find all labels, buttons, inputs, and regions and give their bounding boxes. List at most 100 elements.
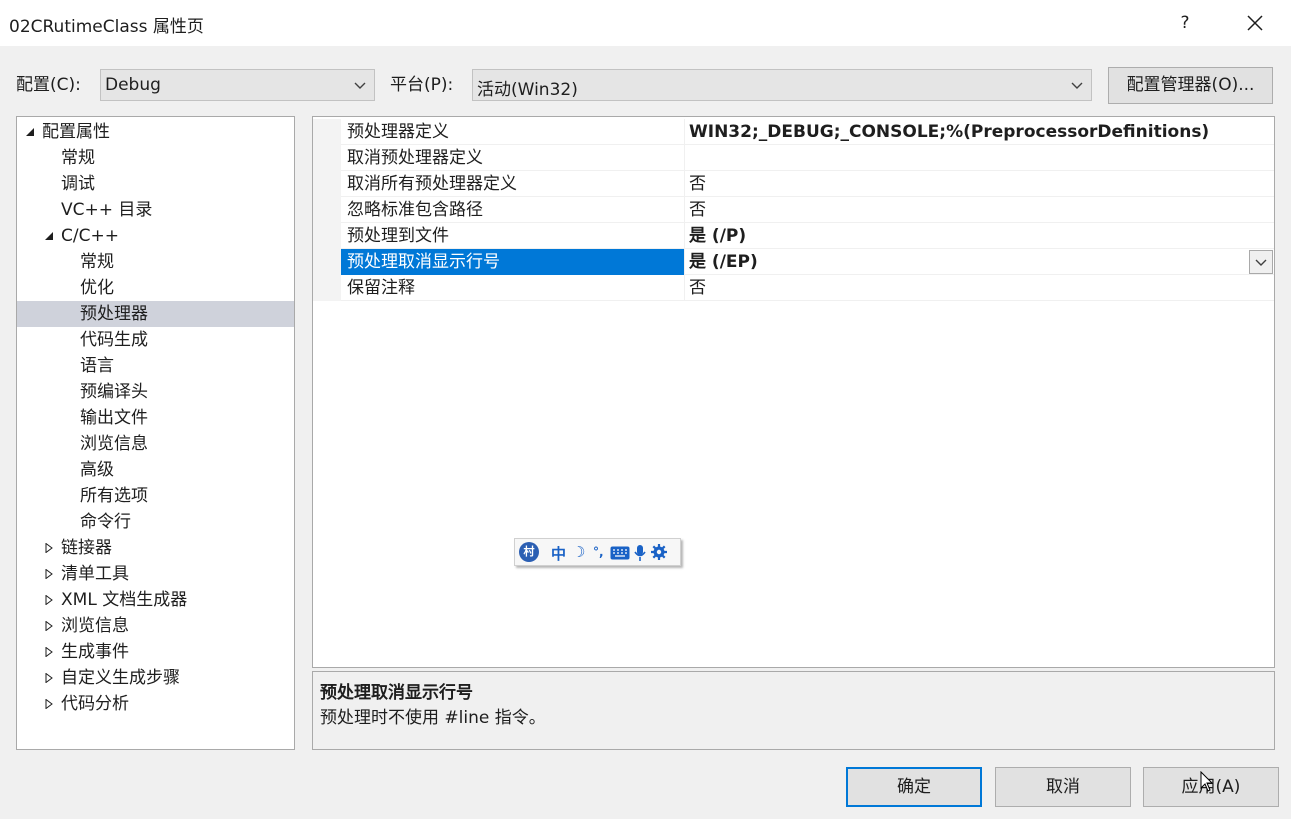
property-value[interactable] (685, 145, 1245, 171)
tree-item-vc-directories[interactable]: VC++ 目录 (17, 197, 294, 223)
property-row-selected[interactable]: 预处理取消显示行号 是 (/EP) (313, 249, 1274, 275)
tree-item-general[interactable]: 常规 (17, 145, 294, 171)
property-row[interactable]: 忽略标准包含路径 否 (313, 197, 1274, 223)
property-value[interactable]: 是 (/P) (685, 223, 1245, 249)
property-row[interactable]: 取消预处理器定义 (313, 145, 1274, 171)
tree-item-debugging[interactable]: 调试 (17, 171, 294, 197)
tree-item-manifest-tool[interactable]: 清单工具 (17, 561, 294, 587)
property-name: 取消所有预处理器定义 (341, 171, 685, 197)
row-gutter (313, 197, 341, 223)
close-icon (1247, 15, 1263, 31)
mouse-cursor-icon (1200, 771, 1214, 792)
settings-gear-icon[interactable] (650, 543, 668, 561)
tree-item-label: 自定义生成步骤 (61, 668, 180, 688)
chevron-down-icon (354, 82, 366, 89)
keyboard-icon[interactable] (610, 546, 630, 560)
tree-item-code-generation[interactable]: 代码生成 (17, 327, 294, 353)
description-panel: 预处理取消显示行号 预处理时不使用 #line 指令。 (312, 671, 1275, 750)
tree-item-label: 清单工具 (61, 564, 129, 584)
tree-item-label: 生成事件 (61, 642, 129, 662)
tree-item-label: 预编译头 (80, 382, 148, 402)
tree-item-browse-info-2[interactable]: 浏览信息 (17, 613, 294, 639)
tree-item-language[interactable]: 语言 (17, 353, 294, 379)
tree-item-advanced[interactable]: 高级 (17, 457, 294, 483)
tree-item-linker[interactable]: 链接器 (17, 535, 294, 561)
platform-label: 平台(P): (390, 75, 454, 95)
property-grid: 预处理器定义 WIN32;_DEBUG;_CONSOLE;%(Preproces… (312, 116, 1275, 668)
property-name: 预处理到文件 (341, 223, 685, 249)
punctuation-icon[interactable]: °, (593, 545, 604, 559)
tree-item-custom-build-step[interactable]: 自定义生成步骤 (17, 665, 294, 691)
property-value[interactable]: 否 (685, 171, 1245, 197)
tree-item-label: 输出文件 (80, 408, 148, 428)
description-text: 预处理时不使用 #line 指令。 (320, 708, 546, 728)
property-row[interactable]: 预处理到文件 是 (/P) (313, 223, 1274, 249)
property-value[interactable]: WIN32;_DEBUG;_CONSOLE;%(PreprocessorDefi… (685, 119, 1245, 145)
tree-item-label: 预处理器 (80, 304, 148, 324)
tree-item-preprocessor[interactable]: 预处理器 (17, 301, 294, 327)
tree-item-label: 链接器 (61, 538, 112, 558)
row-gutter (313, 119, 341, 145)
microphone-icon[interactable] (634, 544, 646, 562)
window-title: 02CRutimeClass 属性页 (9, 17, 204, 37)
chevron-down-icon (1255, 259, 1267, 266)
tree-item-browse-info[interactable]: 浏览信息 (17, 431, 294, 457)
ok-button[interactable]: 确定 (846, 767, 982, 807)
property-row[interactable]: 保留注释 否 (313, 275, 1274, 301)
property-value[interactable]: 否 (685, 197, 1245, 223)
property-name: 预处理取消显示行号 (341, 249, 685, 275)
tree-item-precompiled-headers[interactable]: 预编译头 (17, 379, 294, 405)
expanded-triangle-icon (26, 128, 34, 136)
ime-toolbar[interactable]: 村 中 ☽ °, (514, 538, 681, 566)
title-bar: 02CRutimeClass 属性页 ? (0, 0, 1291, 46)
collapsed-triangle-icon (45, 673, 53, 683)
row-gutter (313, 275, 341, 301)
moon-icon[interactable]: ☽ (572, 543, 585, 561)
property-value[interactable]: 是 (/EP) (685, 249, 1245, 275)
property-value[interactable]: 否 (685, 275, 1245, 301)
tree-item-label: 优化 (80, 278, 114, 298)
collapsed-triangle-icon (45, 699, 53, 709)
tree-item-cpp-general[interactable]: 常规 (17, 249, 294, 275)
tree-item-xml-doc-generator[interactable]: XML 文档生成器 (17, 587, 294, 613)
tree-item-build-events[interactable]: 生成事件 (17, 639, 294, 665)
expanded-triangle-icon (45, 232, 53, 240)
property-tree: 配置属性 常规 调试 VC++ 目录 C/C++ 常规 优化 预处理器 代码生成… (16, 116, 295, 750)
tree-item-command-line[interactable]: 命令行 (17, 509, 294, 535)
help-button[interactable]: ? (1172, 9, 1198, 37)
tree-item-all-options[interactable]: 所有选项 (17, 483, 294, 509)
collapsed-triangle-icon (45, 543, 53, 553)
platform-value: 活动(Win32) (477, 80, 578, 100)
platform-dropdown[interactable]: 活动(Win32) (472, 69, 1092, 101)
tree-item-output-files[interactable]: 输出文件 (17, 405, 294, 431)
tree-item-cpp[interactable]: C/C++ (17, 223, 294, 249)
property-name: 忽略标准包含路径 (341, 197, 685, 223)
tree-item-label: 浏览信息 (80, 434, 148, 454)
value-dropdown-button[interactable] (1249, 250, 1273, 274)
property-row[interactable]: 预处理器定义 WIN32;_DEBUG;_CONSOLE;%(Preproces… (313, 119, 1274, 145)
tree-item-label: C/C++ (61, 226, 119, 246)
tree-item-label: 代码分析 (61, 694, 129, 714)
tree-item-label: 调试 (61, 174, 95, 194)
tree-item-code-analysis[interactable]: 代码分析 (17, 691, 294, 717)
property-name: 取消预处理器定义 (341, 145, 685, 171)
tree-item-optimization[interactable]: 优化 (17, 275, 294, 301)
tree-item-label: VC++ 目录 (61, 200, 153, 220)
tree-item-label: 命令行 (80, 512, 131, 532)
collapsed-triangle-icon (45, 569, 53, 579)
config-manager-button[interactable]: 配置管理器(O)... (1108, 67, 1273, 104)
config-dropdown[interactable]: Debug (100, 69, 375, 101)
config-label: 配置(C): (16, 75, 81, 95)
row-gutter (313, 223, 341, 249)
tree-item-label: 配置属性 (42, 122, 110, 142)
collapsed-triangle-icon (45, 647, 53, 657)
close-button[interactable] (1240, 9, 1270, 37)
ime-logo-icon[interactable]: 村 (519, 542, 539, 562)
property-name: 预处理器定义 (341, 119, 685, 145)
tree-item-config-properties[interactable]: 配置属性 (17, 119, 294, 145)
cancel-button[interactable]: 取消 (995, 767, 1131, 807)
tree-item-label: 常规 (61, 148, 95, 168)
row-gutter (313, 171, 341, 197)
ime-mode-toggle[interactable]: 中 (551, 543, 566, 564)
property-row[interactable]: 取消所有预处理器定义 否 (313, 171, 1274, 197)
